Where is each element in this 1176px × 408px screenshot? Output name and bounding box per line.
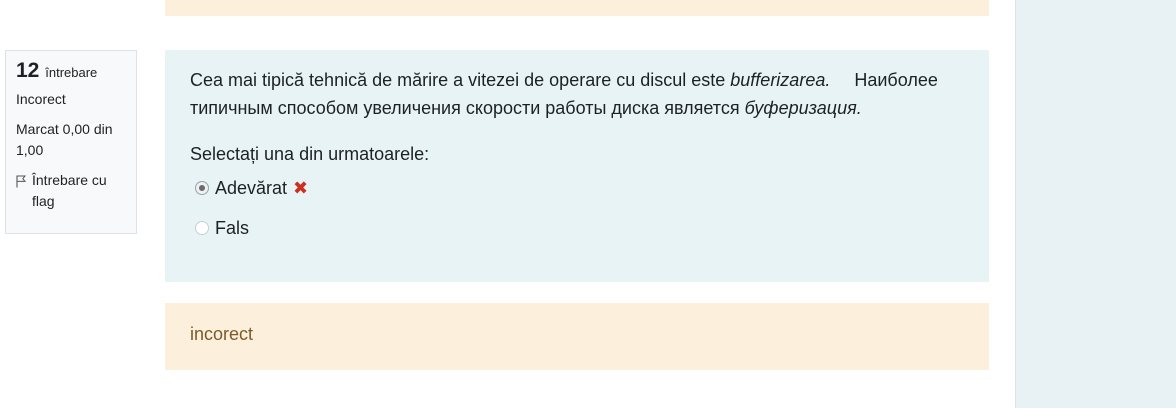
- right-sidebar: [1015, 0, 1176, 408]
- answer-true-radio[interactable]: [195, 181, 209, 195]
- question-number-word: întrebare: [45, 65, 98, 80]
- answer-option-true[interactable]: Adevărat ✖: [190, 168, 964, 208]
- answer-prompt: Selectați una din urmatoarele:: [190, 144, 430, 164]
- question-grade: Marcat 0,00 din 1,00: [16, 121, 113, 158]
- question-number-line: 12 întrebare: [16, 60, 126, 83]
- answer-option-false[interactable]: Fals: [190, 208, 964, 248]
- flag-question-link[interactable]: Întrebare cu flag: [16, 170, 126, 212]
- answer-true-label: Adevărat: [215, 178, 288, 198]
- question-formulation: Cea mai tipică tehnică de mărire a vitez…: [165, 50, 989, 282]
- incorrect-icon: ✖: [293, 178, 309, 198]
- flag-question-label: Întrebare cu flag: [32, 172, 107, 209]
- question-number: 12: [16, 59, 40, 82]
- flag-icon: [16, 175, 27, 188]
- question-text-ro: Cea mai tipică tehnică de mărire a vitez…: [190, 70, 731, 90]
- question-feedback: incorect: [165, 303, 989, 370]
- question-text-ru-emphasis: буферизация.: [744, 98, 862, 118]
- question-state: Incorect: [16, 91, 66, 107]
- answer-false-radio[interactable]: [195, 221, 209, 235]
- question-info: 12 întrebare Incorect Marcat 0,00 din 1,…: [5, 50, 137, 234]
- feedback-text: incorect: [190, 324, 254, 344]
- answer-false-label: Fals: [215, 218, 250, 238]
- previous-question-feedback: [165, 0, 989, 16]
- question-text-ro-emphasis: bufferizarea.: [730, 70, 831, 90]
- question-text: Cea mai tipică tehnică de mărire a vitez…: [190, 66, 964, 122]
